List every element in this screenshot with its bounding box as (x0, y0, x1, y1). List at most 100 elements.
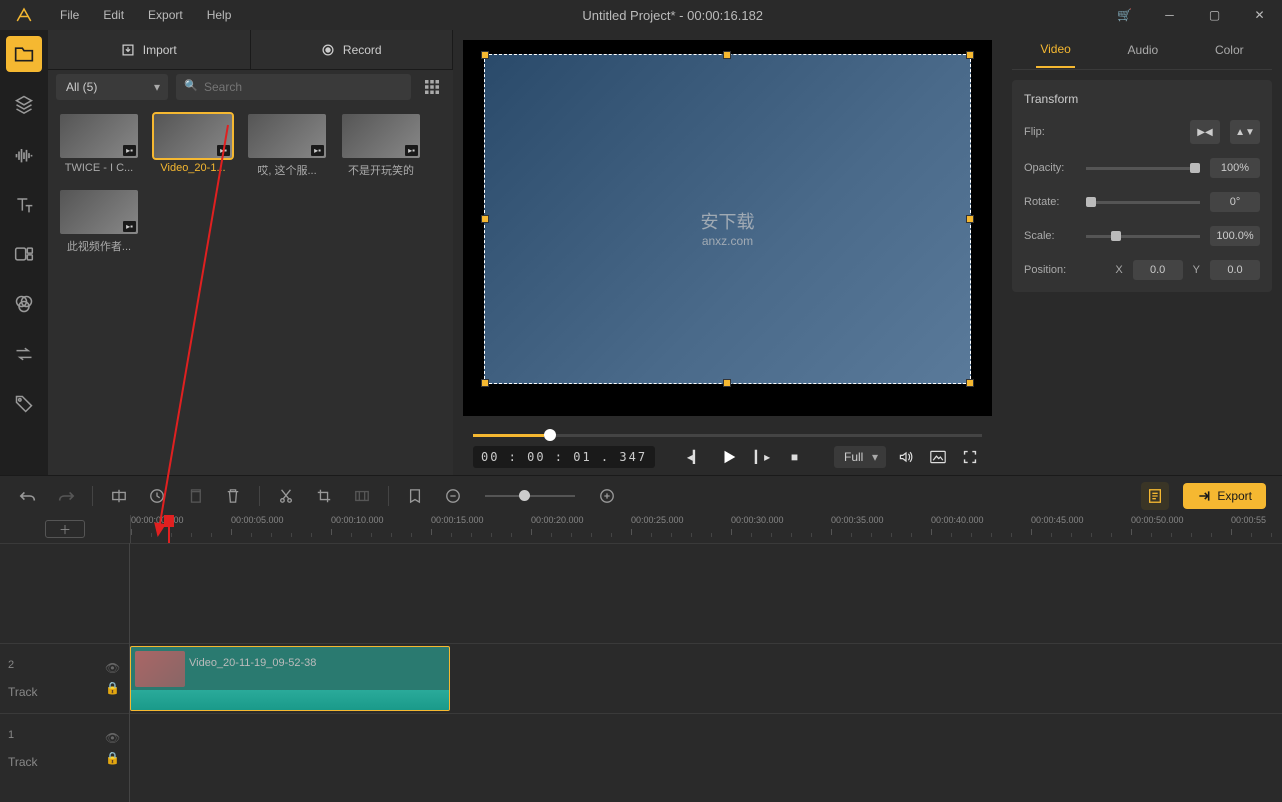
playhead[interactable] (164, 515, 174, 527)
text-tab-icon[interactable] (6, 186, 42, 222)
resize-handle[interactable] (723, 379, 731, 387)
scale-value[interactable] (1210, 226, 1260, 246)
close-button[interactable]: ✕ (1237, 0, 1282, 30)
position-y-input[interactable] (1210, 260, 1260, 280)
split-icon[interactable] (107, 484, 131, 508)
search-input[interactable] (176, 74, 411, 100)
export-menu[interactable]: Export (136, 1, 195, 29)
rotate-slider[interactable] (1086, 201, 1200, 204)
play-button[interactable] (715, 443, 743, 471)
media-label: Video_20-1... (152, 162, 234, 174)
track-header[interactable]: 2Track 👁 🔒 (0, 643, 129, 713)
seek-slider[interactable] (473, 434, 982, 437)
next-frame-button[interactable]: ▎▸ (751, 445, 775, 469)
resize-handle[interactable] (481, 379, 489, 387)
copy-icon[interactable] (183, 484, 207, 508)
preview-viewport[interactable]: 安下载 anxz.com (463, 40, 992, 416)
resize-handle[interactable] (481, 215, 489, 223)
media-label: 不是开玩笑的 (340, 162, 422, 178)
export-button[interactable]: Export (1183, 483, 1266, 509)
opacity-slider[interactable] (1086, 167, 1200, 170)
track-lane[interactable] (130, 543, 1282, 643)
media-item[interactable]: ▸▪ TWICE - I C... (58, 114, 140, 178)
effects-tab-icon[interactable] (6, 286, 42, 322)
selection-outline[interactable] (484, 54, 971, 385)
position-x-input[interactable] (1133, 260, 1183, 280)
undo-icon[interactable] (16, 484, 40, 508)
render-settings-icon[interactable] (1141, 482, 1169, 510)
zoom-slider[interactable] (485, 495, 575, 497)
stop-button[interactable]: ■ (783, 445, 807, 469)
visibility-icon[interactable]: 👁 (105, 661, 121, 677)
layout-tab-icon[interactable] (6, 236, 42, 272)
rotate-value[interactable] (1210, 192, 1260, 212)
fullscreen-icon[interactable] (958, 445, 982, 469)
media-item-selected[interactable]: ▸▪ Video_20-1... (152, 114, 234, 178)
resize-handle[interactable] (481, 51, 489, 59)
time-tick: 00:00:05.000 (231, 515, 284, 525)
layers-tab-icon[interactable] (6, 86, 42, 122)
grid-view-icon[interactable] (419, 74, 445, 100)
media-tab-icon[interactable] (6, 36, 42, 72)
import-button[interactable]: Import (48, 30, 251, 69)
resize-handle[interactable] (966, 51, 974, 59)
filter-dropdown[interactable]: All (5) (56, 74, 168, 100)
marker-icon[interactable] (145, 484, 169, 508)
scale-slider[interactable] (1086, 235, 1200, 238)
edit-menu[interactable]: Edit (91, 1, 136, 29)
ratio-icon[interactable] (350, 484, 374, 508)
lock-icon[interactable]: 🔒 (105, 751, 121, 767)
file-menu[interactable]: File (48, 1, 91, 29)
media-item[interactable]: ▸▪ 此视频作者... (58, 190, 140, 254)
track-header[interactable]: 1Track 👁 🔒 (0, 713, 129, 783)
maximize-button[interactable]: ▢ (1192, 0, 1237, 30)
crop-icon[interactable] (312, 484, 336, 508)
ruler-body[interactable]: 00:00:00.00000:00:05.00000:00:10.00000:0… (130, 515, 1282, 543)
transitions-tab-icon[interactable] (6, 336, 42, 372)
lock-icon[interactable]: 🔒 (105, 681, 121, 697)
time-tick: 00:00:35.000 (831, 515, 884, 525)
delete-icon[interactable] (221, 484, 245, 508)
cart-icon[interactable]: 🛒 (1102, 0, 1147, 30)
view-mode-select[interactable]: Full (834, 446, 886, 468)
snapshot-icon[interactable] (926, 445, 950, 469)
scale-label: Scale: (1024, 230, 1076, 242)
track-lane[interactable] (130, 713, 1282, 783)
redo-icon[interactable] (54, 484, 78, 508)
minimize-button[interactable]: ─ (1147, 0, 1192, 30)
flip-horizontal-button[interactable]: ▶◀ (1190, 120, 1220, 144)
main-area: Import Record All (5) ▸▪ TWICE - I C... … (0, 30, 1282, 475)
color-tab[interactable]: Color (1211, 33, 1248, 67)
app-logo (0, 6, 48, 24)
audio-tab[interactable]: Audio (1124, 33, 1163, 67)
resize-handle[interactable] (966, 215, 974, 223)
opacity-value[interactable] (1210, 158, 1260, 178)
video-badge-icon: ▸▪ (123, 221, 136, 232)
video-tab[interactable]: Video (1036, 32, 1074, 68)
help-menu[interactable]: Help (195, 1, 244, 29)
resize-handle[interactable] (966, 379, 974, 387)
prev-frame-button[interactable]: ◂▎ (683, 445, 707, 469)
add-track-button[interactable]: ＋ (45, 520, 85, 538)
track-content[interactable]: Video_20-11-19_09-52-38 (130, 543, 1282, 802)
flip-vertical-button[interactable]: ▲▼ (1230, 120, 1260, 144)
left-sidebar (0, 30, 48, 475)
tag-tab-icon[interactable] (6, 386, 42, 422)
timecode-display: 00 : 00 : 01 . 347 (473, 446, 655, 468)
clip-waveform (131, 690, 449, 710)
media-item[interactable]: ▸▪ 哎, 这个服... (246, 114, 328, 178)
zoom-out-icon[interactable] (441, 484, 465, 508)
preview-controls: 00 : 00 : 01 . 347 ◂▎ ▎▸ ■ Full (463, 416, 992, 471)
record-button[interactable]: Record (251, 30, 454, 69)
visibility-icon[interactable]: 👁 (105, 731, 121, 747)
time-tick: 00:00:25.000 (631, 515, 684, 525)
resize-handle[interactable] (723, 51, 731, 59)
timeline-clip[interactable]: Video_20-11-19_09-52-38 (130, 646, 450, 711)
tag-icon[interactable] (403, 484, 427, 508)
audio-icon[interactable] (894, 445, 918, 469)
media-item[interactable]: ▸▪ 不是开玩笑的 (340, 114, 422, 178)
audio-tab-icon[interactable] (6, 136, 42, 172)
zoom-in-icon[interactable] (595, 484, 619, 508)
track-lane[interactable]: Video_20-11-19_09-52-38 (130, 643, 1282, 713)
cut-icon[interactable] (274, 484, 298, 508)
